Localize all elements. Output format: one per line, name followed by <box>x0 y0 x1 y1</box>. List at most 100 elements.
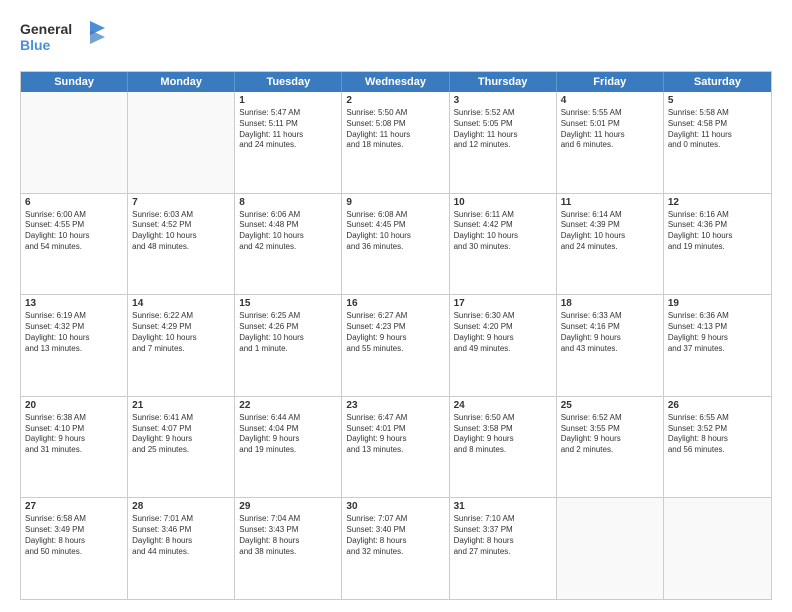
cell-info: Sunrise: 5:58 AM Sunset: 4:58 PM Dayligh… <box>668 108 767 151</box>
cell-info: Sunrise: 5:55 AM Sunset: 5:01 PM Dayligh… <box>561 108 659 151</box>
cell-info: Sunrise: 7:04 AM Sunset: 3:43 PM Dayligh… <box>239 514 337 557</box>
cell-info: Sunrise: 6:00 AM Sunset: 4:55 PM Dayligh… <box>25 210 123 253</box>
calendar-cell: 22 Sunrise: 6:44 AM Sunset: 4:04 PM Dayli… <box>235 397 342 498</box>
day-number: 24 <box>454 400 552 411</box>
day-number: 20 <box>25 400 123 411</box>
calendar-cell: 20 Sunrise: 6:38 AM Sunset: 4:10 PM Dayli… <box>21 397 128 498</box>
calendar-cell: 12Sunrise: 6:16 AM Sunset: 4:36 PM Dayli… <box>664 194 771 295</box>
cell-info: Sunrise: 6:19 AM Sunset: 4:32 PM Dayligh… <box>25 311 123 354</box>
cell-info: Sunrise: 6:41 AM Sunset: 4:07 PM Dayligh… <box>132 413 230 456</box>
calendar-cell: 21 Sunrise: 6:41 AM Sunset: 4:07 PM Dayli… <box>128 397 235 498</box>
cell-info: Sunrise: 6:33 AM Sunset: 4:16 PM Dayligh… <box>561 311 659 354</box>
calendar-cell: 8 Sunrise: 6:06 AM Sunset: 4:48 PM Daylig… <box>235 194 342 295</box>
calendar-cell: 25Sunrise: 6:52 AM Sunset: 3:55 PM Dayli… <box>557 397 664 498</box>
cell-info: Sunrise: 6:30 AM Sunset: 4:20 PM Dayligh… <box>454 311 552 354</box>
calendar-body: 1 Sunrise: 5:47 AM Sunset: 5:11 PM Daylig… <box>21 92 771 599</box>
calendar-row: 1 Sunrise: 5:47 AM Sunset: 5:11 PM Daylig… <box>21 92 771 193</box>
cell-info: Sunrise: 6:44 AM Sunset: 4:04 PM Dayligh… <box>239 413 337 456</box>
calendar-cell: 27 Sunrise: 6:58 AM Sunset: 3:49 PM Dayli… <box>21 498 128 599</box>
calendar-cell: 7 Sunrise: 6:03 AM Sunset: 4:52 PM Daylig… <box>128 194 235 295</box>
cell-info: Sunrise: 6:22 AM Sunset: 4:29 PM Dayligh… <box>132 311 230 354</box>
cell-info: Sunrise: 7:10 AM Sunset: 3:37 PM Dayligh… <box>454 514 552 557</box>
day-number: 18 <box>561 298 659 309</box>
calendar-cell <box>557 498 664 599</box>
calendar-cell: 3Sunrise: 5:52 AM Sunset: 5:05 PM Daylig… <box>450 92 557 193</box>
day-number: 31 <box>454 501 552 512</box>
day-number: 21 <box>132 400 230 411</box>
calendar-cell: 4 Sunrise: 5:55 AM Sunset: 5:01 PM Daylig… <box>557 92 664 193</box>
day-number: 3 <box>454 95 552 106</box>
calendar-row: 13 Sunrise: 6:19 AM Sunset: 4:32 PM Dayli… <box>21 294 771 396</box>
cell-info: Sunrise: 6:47 AM Sunset: 4:01 PM Dayligh… <box>346 413 444 456</box>
calendar-row: 6Sunrise: 6:00 AM Sunset: 4:55 PM Daylig… <box>21 193 771 295</box>
svg-text:General: General <box>20 21 72 37</box>
day-number: 5 <box>668 95 767 106</box>
cell-info: Sunrise: 5:47 AM Sunset: 5:11 PM Dayligh… <box>239 108 337 151</box>
calendar-row: 20 Sunrise: 6:38 AM Sunset: 4:10 PM Dayli… <box>21 396 771 498</box>
logo-text: General Blue <box>20 16 110 61</box>
cell-info: Sunrise: 6:55 AM Sunset: 3:52 PM Dayligh… <box>668 413 767 456</box>
day-number: 29 <box>239 501 337 512</box>
weekday-header: Monday <box>128 72 235 92</box>
calendar-cell: 13 Sunrise: 6:19 AM Sunset: 4:32 PM Dayli… <box>21 295 128 396</box>
cell-info: Sunrise: 6:11 AM Sunset: 4:42 PM Dayligh… <box>454 210 552 253</box>
calendar-cell: 19Sunrise: 6:36 AM Sunset: 4:13 PM Dayli… <box>664 295 771 396</box>
day-number: 1 <box>239 95 337 106</box>
calendar-cell: 16Sunrise: 6:27 AM Sunset: 4:23 PM Dayli… <box>342 295 449 396</box>
cell-info: Sunrise: 6:08 AM Sunset: 4:45 PM Dayligh… <box>346 210 444 253</box>
calendar-row: 27 Sunrise: 6:58 AM Sunset: 3:49 PM Dayli… <box>21 497 771 599</box>
weekday-header: Friday <box>557 72 664 92</box>
calendar-cell: 5 Sunrise: 5:58 AM Sunset: 4:58 PM Daylig… <box>664 92 771 193</box>
calendar-cell: 23Sunrise: 6:47 AM Sunset: 4:01 PM Dayli… <box>342 397 449 498</box>
weekday-header: Wednesday <box>342 72 449 92</box>
calendar: SundayMondayTuesdayWednesdayThursdayFrid… <box>20 71 772 600</box>
cell-info: Sunrise: 6:06 AM Sunset: 4:48 PM Dayligh… <box>239 210 337 253</box>
day-number: 22 <box>239 400 337 411</box>
cell-info: Sunrise: 6:50 AM Sunset: 3:58 PM Dayligh… <box>454 413 552 456</box>
calendar-header: SundayMondayTuesdayWednesdayThursdayFrid… <box>21 72 771 92</box>
weekday-header: Sunday <box>21 72 128 92</box>
cell-info: Sunrise: 6:38 AM Sunset: 4:10 PM Dayligh… <box>25 413 123 456</box>
calendar-cell <box>664 498 771 599</box>
day-number: 28 <box>132 501 230 512</box>
header: General Blue <box>20 16 772 61</box>
calendar-cell: 15Sunrise: 6:25 AM Sunset: 4:26 PM Dayli… <box>235 295 342 396</box>
day-number: 14 <box>132 298 230 309</box>
svg-text:Blue: Blue <box>20 37 51 53</box>
calendar-cell: 10 Sunrise: 6:11 AM Sunset: 4:42 PM Dayli… <box>450 194 557 295</box>
day-number: 2 <box>346 95 444 106</box>
day-number: 9 <box>346 197 444 208</box>
weekday-header: Thursday <box>450 72 557 92</box>
cell-info: Sunrise: 7:07 AM Sunset: 3:40 PM Dayligh… <box>346 514 444 557</box>
day-number: 11 <box>561 197 659 208</box>
day-number: 12 <box>668 197 767 208</box>
cell-info: Sunrise: 6:58 AM Sunset: 3:49 PM Dayligh… <box>25 514 123 557</box>
calendar-cell: 17 Sunrise: 6:30 AM Sunset: 4:20 PM Dayli… <box>450 295 557 396</box>
calendar-cell: 31 Sunrise: 7:10 AM Sunset: 3:37 PM Dayli… <box>450 498 557 599</box>
day-number: 7 <box>132 197 230 208</box>
calendar-cell: 14 Sunrise: 6:22 AM Sunset: 4:29 PM Dayli… <box>128 295 235 396</box>
calendar-cell: 24 Sunrise: 6:50 AM Sunset: 3:58 PM Dayli… <box>450 397 557 498</box>
cell-info: Sunrise: 6:03 AM Sunset: 4:52 PM Dayligh… <box>132 210 230 253</box>
page: General Blue SundayMondayTuesdayWednesda… <box>0 0 792 612</box>
calendar-cell: 1 Sunrise: 5:47 AM Sunset: 5:11 PM Daylig… <box>235 92 342 193</box>
day-number: 16 <box>346 298 444 309</box>
day-number: 10 <box>454 197 552 208</box>
calendar-cell: 9 Sunrise: 6:08 AM Sunset: 4:45 PM Daylig… <box>342 194 449 295</box>
calendar-cell <box>128 92 235 193</box>
day-number: 8 <box>239 197 337 208</box>
day-number: 27 <box>25 501 123 512</box>
calendar-cell: 26Sunrise: 6:55 AM Sunset: 3:52 PM Dayli… <box>664 397 771 498</box>
calendar-cell: 30 Sunrise: 7:07 AM Sunset: 3:40 PM Dayli… <box>342 498 449 599</box>
day-number: 4 <box>561 95 659 106</box>
day-number: 13 <box>25 298 123 309</box>
day-number: 30 <box>346 501 444 512</box>
cell-info: Sunrise: 6:14 AM Sunset: 4:39 PM Dayligh… <box>561 210 659 253</box>
calendar-cell: 28Sunrise: 7:01 AM Sunset: 3:46 PM Dayli… <box>128 498 235 599</box>
cell-info: Sunrise: 6:52 AM Sunset: 3:55 PM Dayligh… <box>561 413 659 456</box>
logo: General Blue <box>20 16 110 61</box>
day-number: 15 <box>239 298 337 309</box>
day-number: 17 <box>454 298 552 309</box>
calendar-cell: 2 Sunrise: 5:50 AM Sunset: 5:08 PM Daylig… <box>342 92 449 193</box>
cell-info: Sunrise: 5:50 AM Sunset: 5:08 PM Dayligh… <box>346 108 444 151</box>
